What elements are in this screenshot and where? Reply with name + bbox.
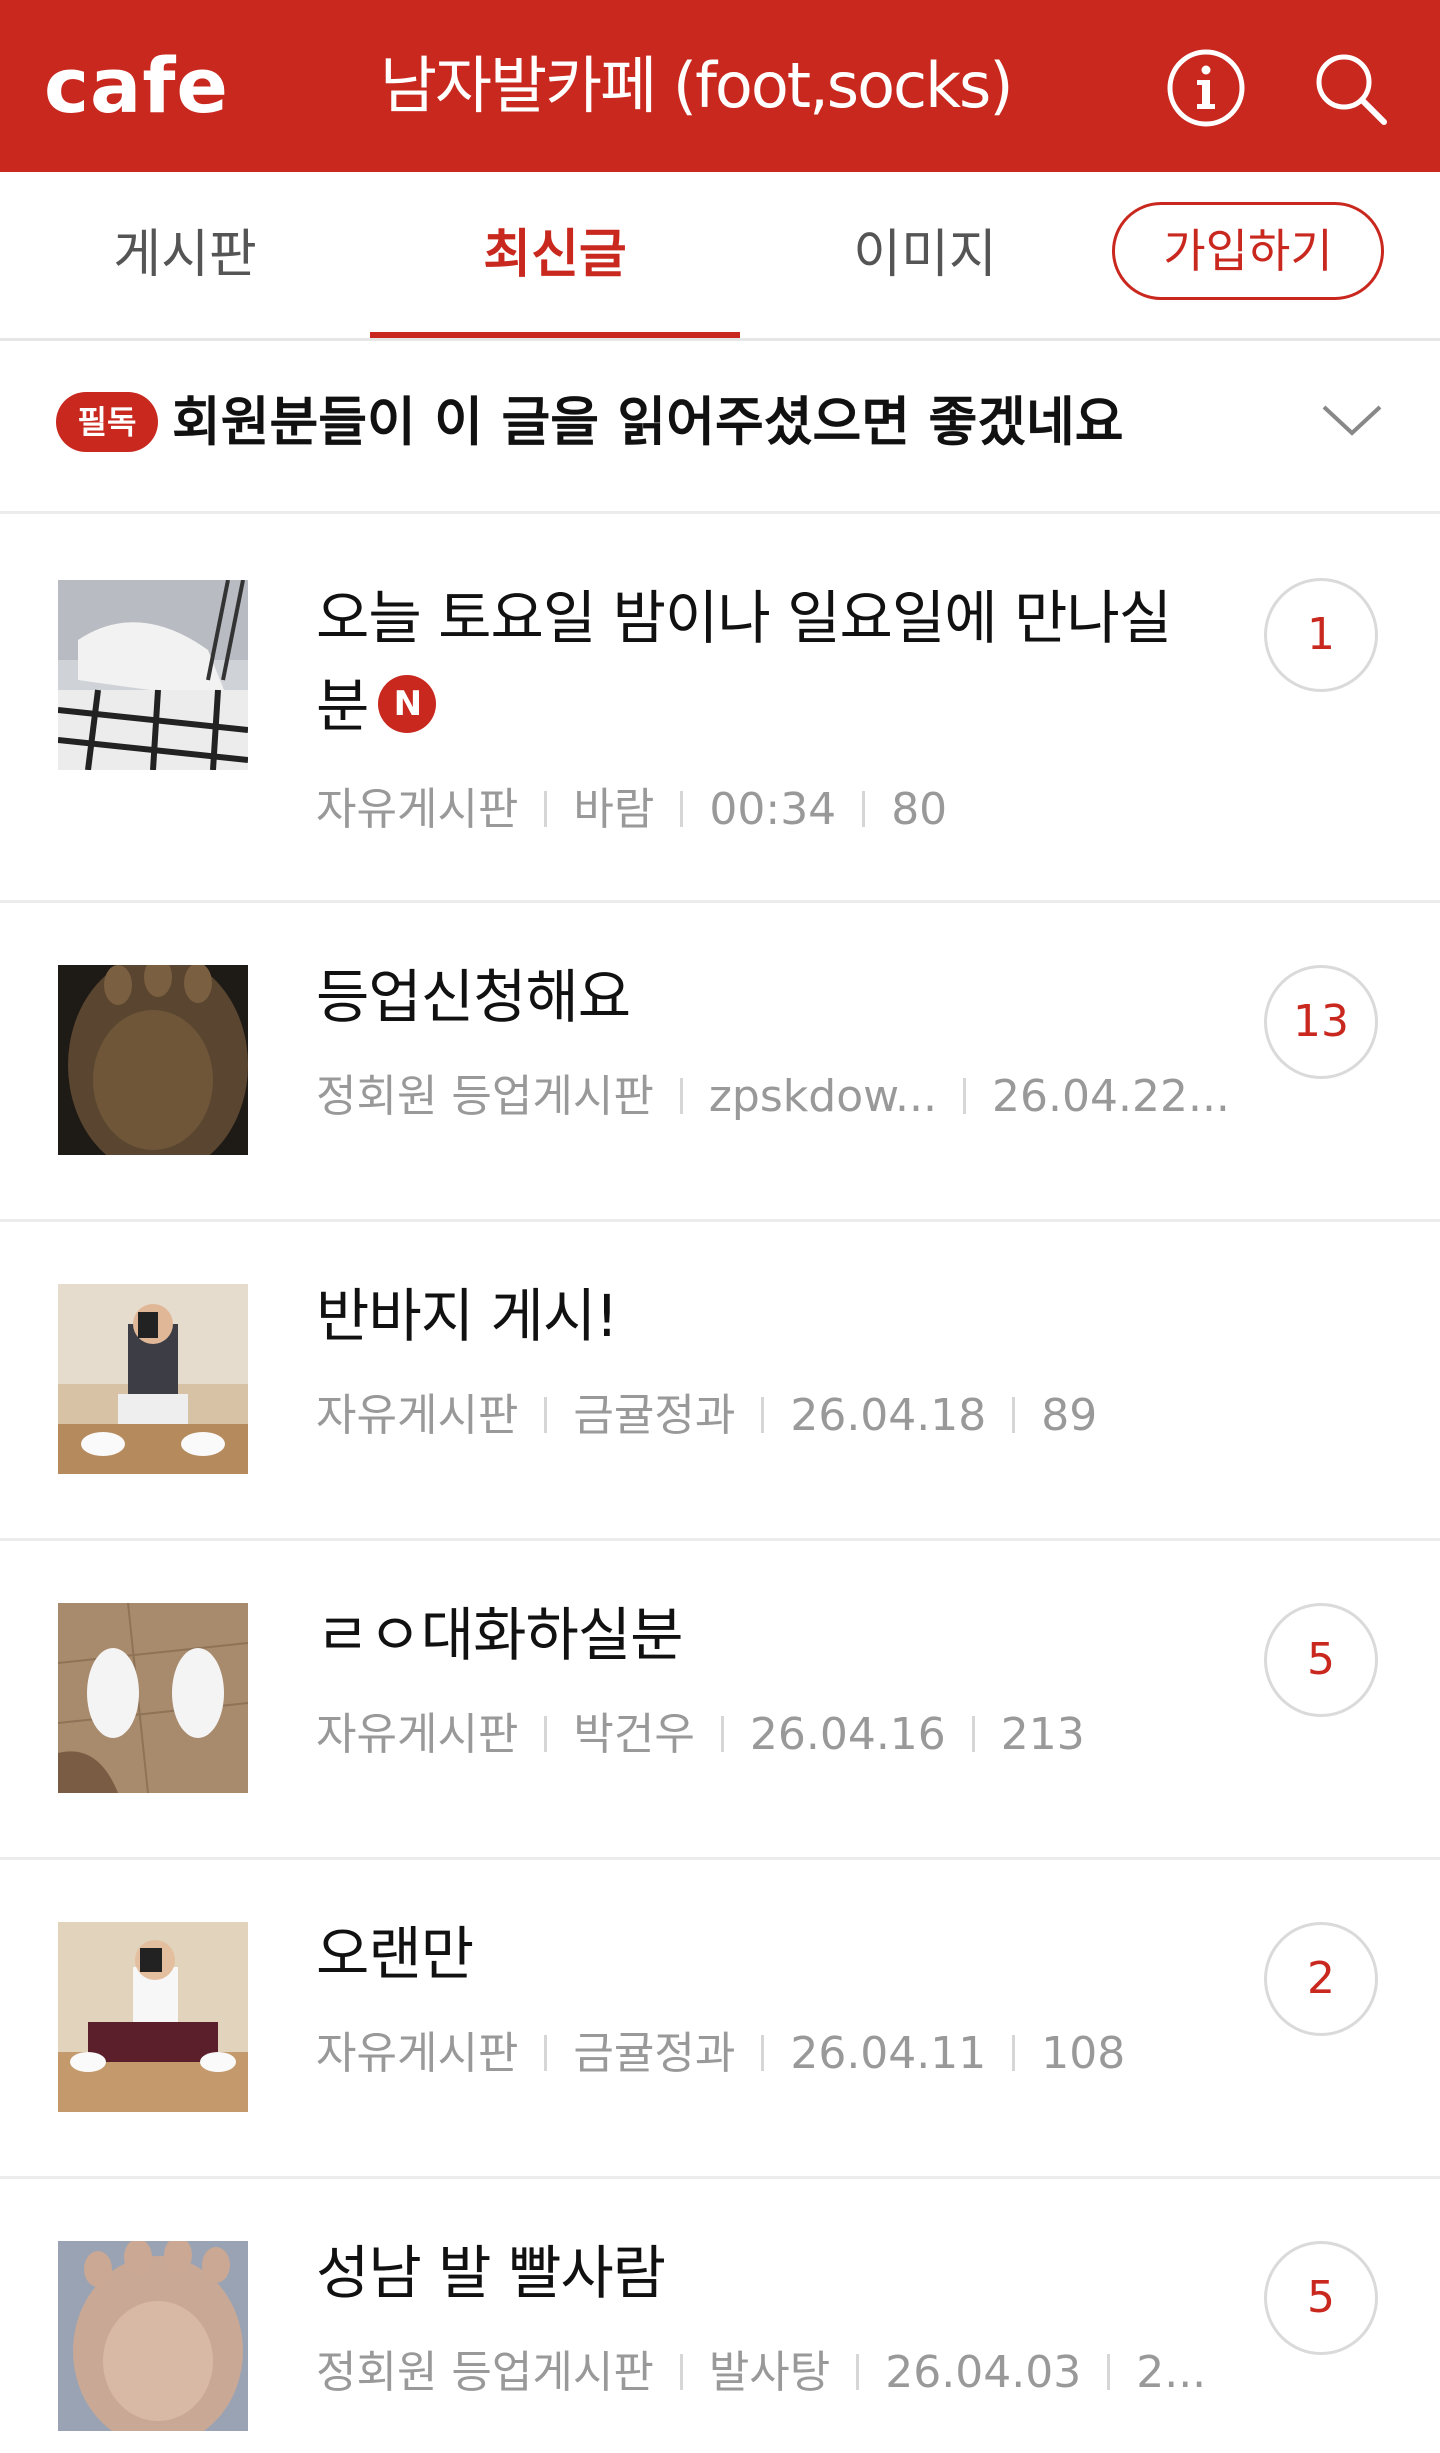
post-board: 자유게시판 (316, 784, 519, 835)
post-item[interactable]: 오늘 토요일 밤이나 일요일에 만나실 분N 자유게시판 바람 00:34 80 1 (0, 514, 1440, 903)
tab-images[interactable]: 이미지 (740, 172, 1110, 338)
post-author: 금귤정과 (573, 1390, 736, 1441)
meta-divider (544, 2035, 548, 2071)
post-author: 바람 (573, 784, 655, 835)
meta-divider (1012, 1397, 1016, 1433)
join-button[interactable]: 가입하기 (1112, 202, 1384, 300)
meta-divider (679, 2354, 683, 2390)
post-author: zpskdow... (708, 1071, 938, 1122)
post-item[interactable]: 성남 발 빨사람 정회원 등업게시판 발사탕 26.04.03 2... 5 (0, 2179, 1440, 2453)
post-author: 발사탕 (708, 2347, 831, 2398)
post-board: 자유게시판 (316, 1709, 519, 1760)
post-date: 26.04.22... (992, 1071, 1230, 1122)
post-date: 26.04.18 (790, 1390, 987, 1441)
meta-divider (680, 791, 684, 827)
comment-count[interactable]: 5 (1264, 1603, 1378, 1717)
search-icon[interactable] (1310, 48, 1390, 128)
meta-divider (971, 1716, 975, 1752)
post-thumbnail[interactable] (58, 1284, 248, 1474)
post-meta: 자유게시판 금귤정과 26.04.18 89 (316, 1386, 1097, 1446)
tab-latest[interactable]: 최신글 (370, 172, 740, 338)
post-views: 2... (1136, 2347, 1207, 2398)
post-meta: 자유게시판 바람 00:34 80 (316, 780, 947, 840)
comment-count[interactable]: 1 (1264, 578, 1378, 692)
new-badge: N (378, 674, 437, 733)
post-views: 89 (1041, 1390, 1098, 1441)
comment-count[interactable]: 13 (1264, 965, 1378, 1079)
comment-count[interactable]: 5 (1264, 2241, 1378, 2355)
post-title[interactable]: 등업신청해요 (316, 953, 1216, 1041)
cafe-name[interactable]: 남자발카페 (foot,socks) (380, 44, 1070, 128)
post-date: 26.04.11 (790, 2028, 987, 2079)
post-views: 213 (1000, 1709, 1085, 1760)
post-title[interactable]: 반바지 게시! (316, 1272, 1216, 1360)
meta-divider (544, 1397, 548, 1433)
post-title[interactable]: 오늘 토요일 밤이나 일요일에 만나실 분N (316, 574, 1216, 750)
info-icon[interactable] (1166, 48, 1246, 128)
meta-divider (679, 1078, 683, 1114)
post-title[interactable]: 오랜만 (316, 1910, 1216, 1998)
post-meta: 정회원 등업게시판 zpskdow... 26.04.22... (316, 1067, 1230, 1127)
post-views: 108 (1041, 2028, 1126, 2079)
meta-divider (544, 1716, 548, 1752)
post-author: 박건우 (573, 1709, 695, 1760)
must-read-badge: 필독 (56, 392, 158, 452)
post-date: 26.04.03 (885, 2347, 1082, 2398)
pinned-notice[interactable]: 필독 회원분들이 이 글을 읽어주셨으면 좋겠네요 (0, 341, 1440, 514)
post-item[interactable]: 반바지 게시! 자유게시판 금귤정과 26.04.18 89 (0, 1222, 1440, 1541)
cafe-logo[interactable]: cafe (44, 38, 229, 134)
post-date: 00:34 (709, 784, 837, 835)
post-thumbnail[interactable] (58, 1922, 248, 2112)
post-board: 정회원 등업게시판 (316, 2347, 654, 2398)
meta-divider (720, 1716, 724, 1752)
post-board: 정회원 등업게시판 (316, 1071, 654, 1122)
post-title[interactable]: ㄹㅇ대화하실분 (316, 1591, 1216, 1679)
post-board: 자유게시판 (316, 1390, 519, 1441)
post-meta: 정회원 등업게시판 발사탕 26.04.03 2... (316, 2343, 1206, 2403)
comment-count[interactable]: 2 (1264, 1922, 1378, 2036)
meta-divider (963, 1078, 967, 1114)
post-thumbnail[interactable] (58, 2241, 248, 2431)
post-date: 26.04.16 (749, 1709, 946, 1760)
active-tab-indicator (370, 332, 740, 338)
meta-divider (544, 791, 548, 827)
meta-divider (856, 2354, 860, 2390)
tab-bar: 게시판 최신글 이미지 가입하기 (0, 172, 1440, 341)
post-title-line: 오늘 토요일 밤이나 일요일에 만나실 (316, 584, 1172, 652)
post-item[interactable]: ㄹㅇ대화하실분 자유게시판 박건우 26.04.16 213 5 (0, 1541, 1440, 1860)
post-board: 자유게시판 (316, 2028, 519, 2079)
meta-divider (761, 2035, 765, 2071)
post-title[interactable]: 성남 발 빨사람 (316, 2229, 1216, 2317)
post-item[interactable]: 등업신청해요 정회원 등업게시판 zpskdow... 26.04.22... 13 (0, 903, 1440, 1222)
meta-divider (1012, 2035, 1016, 2071)
tab-board[interactable]: 게시판 (0, 172, 370, 338)
meta-divider (1107, 2354, 1111, 2390)
post-item[interactable]: 오랜만 자유게시판 금귤정과 26.04.11 108 2 (0, 1860, 1440, 2179)
post-title-line: 분 (316, 672, 369, 740)
post-author: 금귤정과 (573, 2028, 736, 2079)
post-thumbnail[interactable] (58, 1603, 248, 1793)
app-header: cafe 남자발카페 (foot,socks) (0, 0, 1440, 172)
post-meta: 자유게시판 박건우 26.04.16 213 (316, 1705, 1085, 1765)
notice-title[interactable]: 회원분들이 이 글을 읽어주셨으면 좋겠네요 (172, 383, 1124, 463)
meta-divider (761, 1397, 765, 1433)
post-thumbnail[interactable] (58, 965, 248, 1155)
chevron-down-icon[interactable] (1318, 397, 1386, 443)
meta-divider (862, 791, 866, 827)
post-meta: 자유게시판 금귤정과 26.04.11 108 (316, 2024, 1125, 2084)
post-thumbnail[interactable] (58, 580, 248, 770)
post-views: 80 (891, 784, 948, 835)
